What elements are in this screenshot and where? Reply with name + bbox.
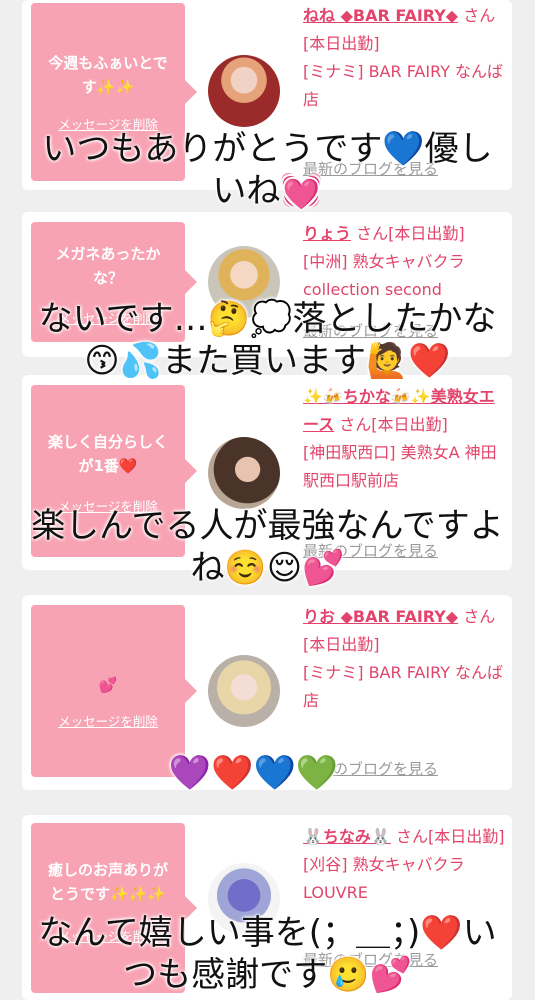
- shop-name: [中洲] 熟女キャバクラ collection second: [303, 252, 465, 299]
- avatar[interactable]: [208, 55, 280, 127]
- overlay-caption: なんて嬉しい事を(；＿；)❤️い つも感謝です🥲💕: [0, 912, 535, 996]
- avatar[interactable]: [208, 437, 280, 509]
- shop-name: [神田駅西口] 美熟女A 神田駅西口駅前店: [303, 443, 497, 490]
- avatar[interactable]: [208, 655, 280, 727]
- overlay-caption-line: いね💓: [212, 171, 323, 211]
- overlay-caption-line: なんて嬉しい事を(；＿；)❤️い: [38, 913, 497, 953]
- overlay-caption: ないです…🤔💭落としたかな 😙💦また買います🙋❤️: [0, 298, 535, 382]
- overlay-caption-line: いつもありがとうです💙優し: [42, 129, 493, 169]
- overlay-caption-line: つも感謝です🥲💕: [123, 955, 412, 995]
- overlay-caption-line: 💜❤️💙💚: [168, 753, 339, 793]
- message-text: メガネあったかな？: [55, 245, 161, 287]
- cast-name-link[interactable]: 🐰ちなみ🐰: [303, 827, 391, 846]
- overlay-caption: 楽しんでる人が最強なんですよ ね☺️😌💕: [0, 505, 535, 589]
- message-text: 癒しのお声ありがとうです✨✨✨: [47, 861, 168, 903]
- delete-message-link[interactable]: メッセージを削除: [31, 710, 185, 734]
- cast-status: さん[本日出勤]: [339, 415, 448, 434]
- cast-info: 🐰ちなみ🐰 さん[本日出勤] [刈谷] 熟女キャバクラ LOUVRE: [303, 823, 508, 907]
- shop-name: [刈谷] 熟女キャバクラ LOUVRE: [303, 855, 465, 902]
- cast-name-link[interactable]: りょう: [303, 224, 351, 243]
- shop-name: [ミナミ] BAR FAIRY なんば店: [303, 62, 504, 109]
- cast-info: りょう さん[本日出勤] [中洲] 熟女キャバクラ collection sec…: [303, 220, 508, 304]
- overlay-caption-line: 楽しんでる人が最強なんですよ: [31, 506, 504, 546]
- cast-name-link[interactable]: ねね ◆BAR FAIRY◆: [303, 6, 458, 25]
- cast-status: さん[本日出勤]: [395, 827, 505, 846]
- message-text: 楽しく自分らしくが1番❤️: [47, 433, 168, 475]
- overlay-caption-line: ね☺️😌💕: [190, 548, 345, 588]
- message-text: 💕: [98, 676, 118, 694]
- cast-name-link[interactable]: りお ◆BAR FAIRY◆: [303, 607, 458, 626]
- cast-status: さん[本日出勤]: [356, 224, 465, 243]
- cast-info: りお ◆BAR FAIRY◆ さん[本日出勤] [ミナミ] BAR FAIRY …: [303, 603, 508, 715]
- cast-info: ✨🍻ちかな🍻✨美熟女エース さん[本日出勤] [神田駅西口] 美熟女A 神田駅西…: [303, 383, 508, 495]
- cast-info: ねね ◆BAR FAIRY◆ さん[本日出勤] [ミナミ] BAR FAIRY …: [303, 2, 508, 114]
- shop-name: [ミナミ] BAR FAIRY なんば店: [303, 663, 504, 710]
- overlay-caption-line: 😙💦また買います🙋❤️: [84, 341, 451, 381]
- overlay-caption: いつもありがとうです💙優し いね💓: [0, 128, 535, 212]
- overlay-caption: 💜❤️💙💚: [0, 752, 521, 794]
- overlay-caption-line: ないです…🤔💭落としたかな: [38, 299, 497, 339]
- message-text: 今週もふぁいとです✨✨: [48, 54, 168, 96]
